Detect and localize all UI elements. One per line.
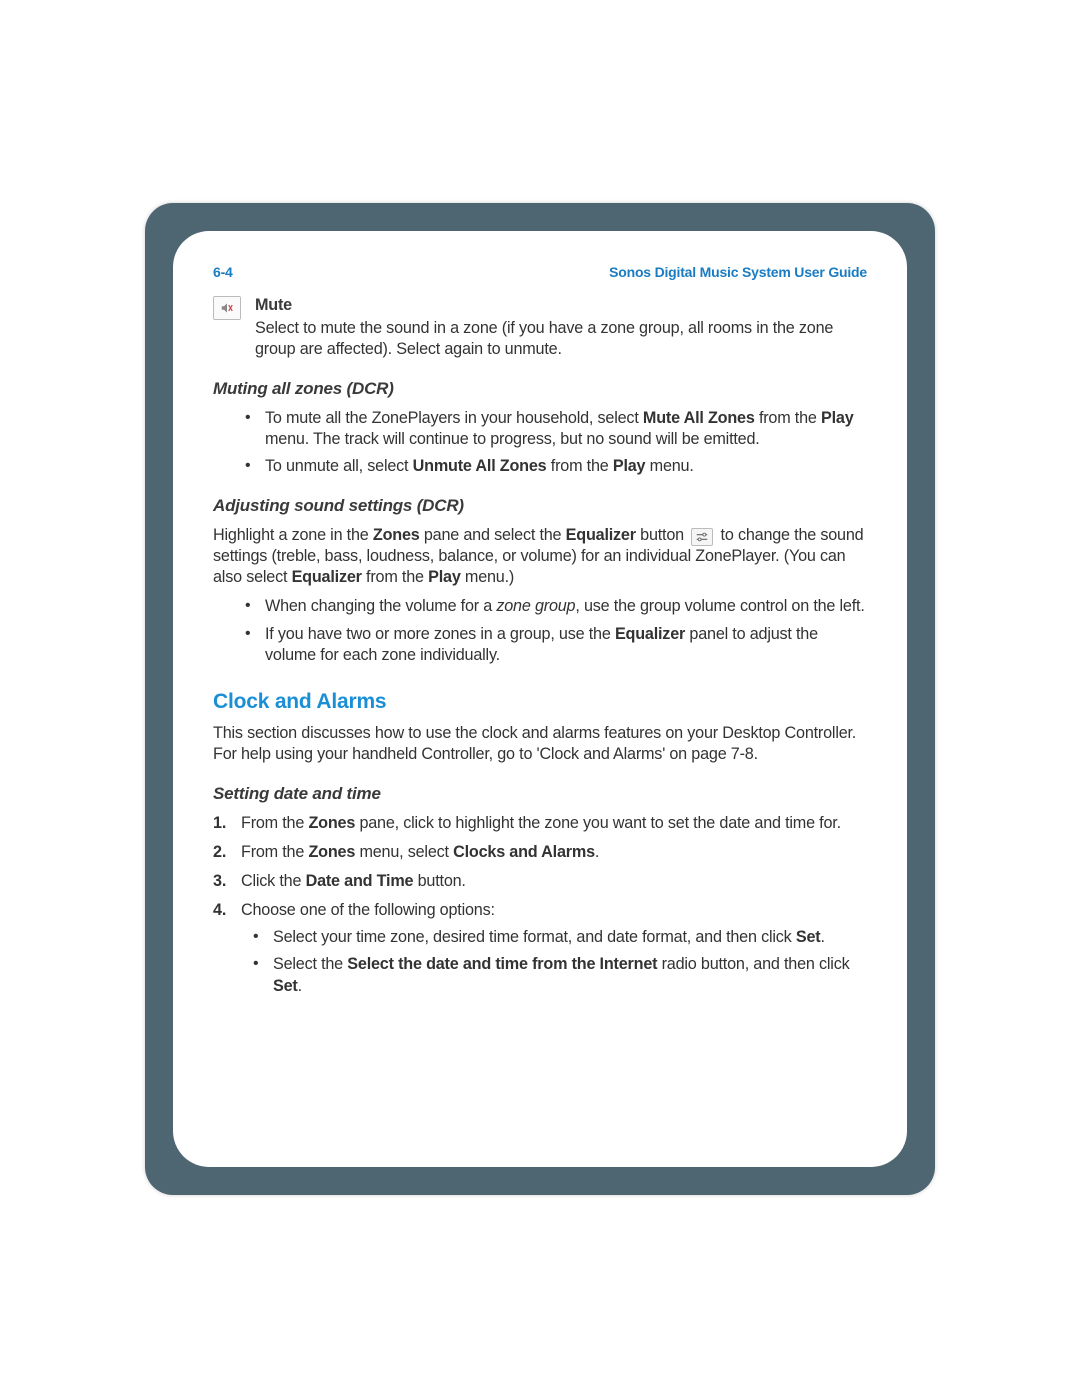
page-header: 6-4 Sonos Digital Music System User Guid… bbox=[213, 263, 867, 281]
list-item: From the Zones pane, click to highlight … bbox=[213, 813, 867, 834]
mute-icon bbox=[213, 296, 241, 320]
options-sublist: Select your time zone, desired time form… bbox=[241, 927, 867, 996]
list-item: When changing the volume for a zone grou… bbox=[251, 596, 867, 617]
document-frame: 6-4 Sonos Digital Music System User Guid… bbox=[145, 203, 935, 1195]
page-number: 6-4 bbox=[213, 263, 233, 281]
list-item: If you have two or more zones in a group… bbox=[251, 624, 867, 666]
mute-description: Select to mute the sound in a zone (if y… bbox=[255, 318, 867, 360]
adjusting-list: When changing the volume for a zone grou… bbox=[213, 596, 867, 665]
document-page: 6-4 Sonos Digital Music System User Guid… bbox=[173, 231, 907, 1167]
muting-all-list: To mute all the ZonePlayers in your hous… bbox=[213, 408, 867, 477]
mute-row: Mute Select to mute the sound in a zone … bbox=[213, 295, 867, 360]
heading-setting-date-time: Setting date and time bbox=[213, 783, 867, 805]
adjusting-paragraph: Highlight a zone in the Zones pane and s… bbox=[213, 525, 867, 588]
setting-date-time-steps: From the Zones pane, click to highlight … bbox=[213, 813, 867, 996]
heading-adjusting-sound: Adjusting sound settings (DCR) bbox=[213, 495, 867, 517]
guide-title: Sonos Digital Music System User Guide bbox=[609, 263, 867, 281]
heading-clock-and-alarms: Clock and Alarms bbox=[213, 688, 867, 715]
list-item: To mute all the ZonePlayers in your hous… bbox=[251, 408, 867, 450]
list-item: Select the Select the date and time from… bbox=[259, 954, 867, 996]
list-item: Select your time zone, desired time form… bbox=[259, 927, 867, 948]
list-item: Choose one of the following options: Sel… bbox=[213, 900, 867, 996]
list-item: Click the Date and Time button. bbox=[213, 871, 867, 892]
equalizer-icon bbox=[691, 528, 713, 546]
mute-text: Mute Select to mute the sound in a zone … bbox=[255, 295, 867, 360]
mute-label: Mute bbox=[255, 295, 867, 316]
clock-intro: This section discusses how to use the cl… bbox=[213, 723, 867, 765]
heading-muting-all-zones: Muting all zones (DCR) bbox=[213, 378, 867, 400]
list-item: From the Zones menu, select Clocks and A… bbox=[213, 842, 867, 863]
list-item: To unmute all, select Unmute All Zones f… bbox=[251, 456, 867, 477]
